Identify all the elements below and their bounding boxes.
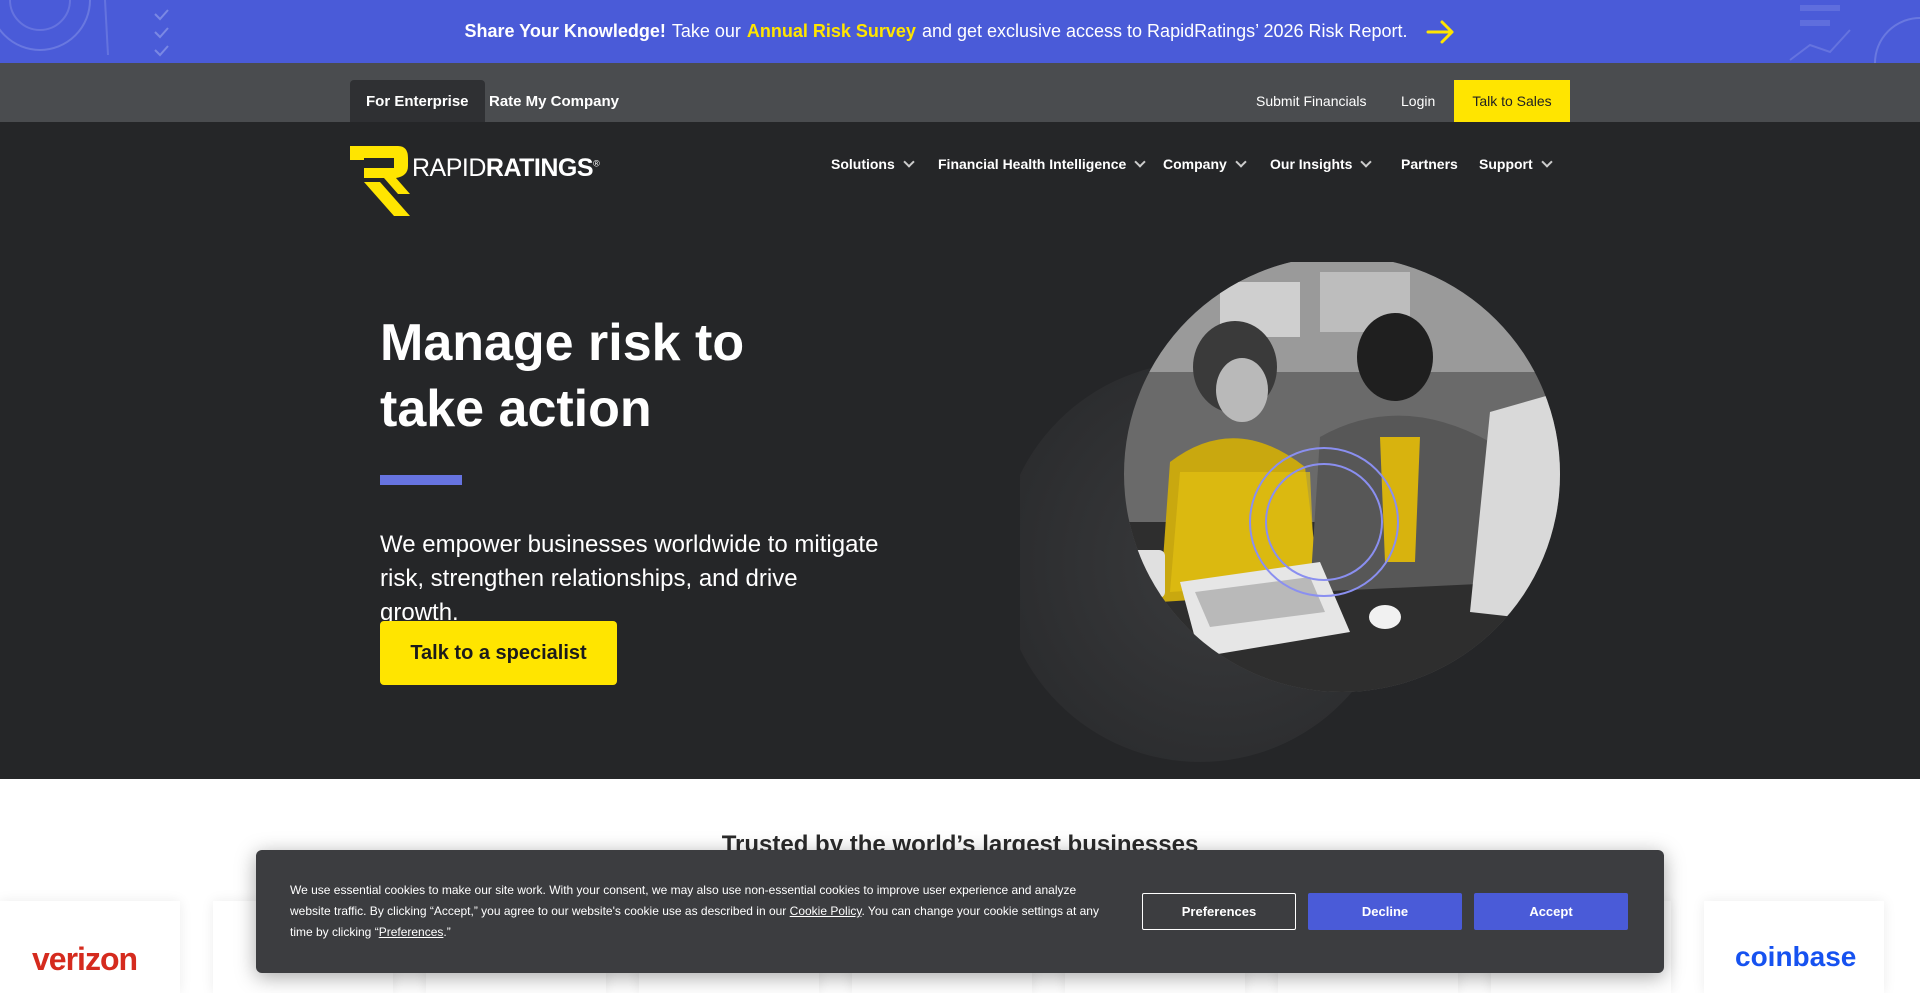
rapidratings-r-icon xyxy=(350,146,410,216)
nav-solutions[interactable]: Solutions xyxy=(831,152,915,176)
cookie-message: We use essential cookies to make our sit… xyxy=(290,880,1110,943)
brand-light: RAPID xyxy=(412,154,486,182)
nav-our-insights[interactable]: Our Insights xyxy=(1270,152,1373,176)
preferences-link[interactable]: Preferences xyxy=(379,925,444,939)
tab-rate-my-company[interactable]: Rate My Company xyxy=(473,80,635,122)
brand-registered: ® xyxy=(593,158,600,169)
announcement-pre: Take our xyxy=(671,21,741,41)
decorative-circles-icon xyxy=(0,0,169,57)
nav-solutions-label: Solutions xyxy=(831,156,895,172)
chevron-down-icon xyxy=(1540,156,1553,168)
hero-headline-line-2: take action xyxy=(380,380,652,438)
announcement-message: Share Your Knowledge! Take our Annual Ri… xyxy=(464,21,1407,42)
coinbase-logo: coinbase xyxy=(1735,941,1857,972)
nav-financial-health-intelligence[interactable]: Financial Health Intelligence xyxy=(938,152,1146,176)
arrow-right-icon[interactable] xyxy=(1426,20,1456,44)
cookie-policy-link[interactable]: Cookie Policy xyxy=(790,904,862,918)
hero-section: RAPIDRATINGS® Solutions Financial Health… xyxy=(0,122,1920,779)
utility-bar: For Enterprise Rate My Company Submit Fi… xyxy=(0,63,1920,122)
hero-photo xyxy=(1020,262,1560,762)
nav-fhi-label: Financial Health Intelligence xyxy=(938,156,1127,172)
submit-financials-link[interactable]: Submit Financials xyxy=(1256,80,1367,122)
verizon-logo: verizon xyxy=(32,941,138,977)
nav-partners[interactable]: Partners xyxy=(1401,152,1458,176)
announcement-banner[interactable]: Share Your Knowledge! Take our Annual Ri… xyxy=(0,0,1920,63)
hero-headline-line-1: Manage risk to xyxy=(380,314,745,372)
nav-company[interactable]: Company xyxy=(1163,152,1247,176)
chevron-down-icon xyxy=(1235,156,1247,168)
cookie-text-3: .” xyxy=(443,925,451,939)
chevron-down-icon xyxy=(1360,156,1373,168)
hero-headline: Manage risk to take action xyxy=(380,310,840,442)
talk-to-sales-button[interactable]: Talk to Sales xyxy=(1454,80,1570,122)
nav-support[interactable]: Support xyxy=(1479,152,1553,176)
accept-button[interactable]: Accept xyxy=(1474,893,1628,930)
hero-subtext: We empower businesses worldwide to mitig… xyxy=(380,531,879,626)
accent-divider xyxy=(380,475,462,485)
nav-insights-label: Our Insights xyxy=(1270,156,1353,172)
survey-link[interactable]: Annual Risk Survey xyxy=(747,21,916,42)
rapidratings-logo[interactable]: RAPIDRATINGS® xyxy=(350,146,600,218)
nav-support-label: Support xyxy=(1479,156,1533,172)
cookie-banner: We use essential cookies to make our sit… xyxy=(256,850,1664,973)
talk-to-specialist-button[interactable]: Talk to a specialist xyxy=(380,621,617,685)
announcement-post: and get exclusive access to RapidRatings… xyxy=(921,21,1408,41)
chevron-down-icon xyxy=(903,156,915,168)
brand-wordmark: RAPIDRATINGS® xyxy=(412,154,600,183)
nav-partners-label: Partners xyxy=(1401,156,1458,172)
decline-button[interactable]: Decline xyxy=(1308,893,1462,930)
announcement-lead: Share Your Knowledge! xyxy=(464,21,666,41)
brand-bold: RATINGS xyxy=(485,154,594,182)
tab-for-enterprise[interactable]: For Enterprise xyxy=(350,80,485,122)
login-link[interactable]: Login xyxy=(1401,80,1435,122)
nav-company-label: Company xyxy=(1163,156,1227,172)
decorative-chart-icon xyxy=(1789,5,1920,63)
preferences-button[interactable]: Preferences xyxy=(1142,893,1296,930)
chevron-down-icon xyxy=(1134,156,1146,168)
